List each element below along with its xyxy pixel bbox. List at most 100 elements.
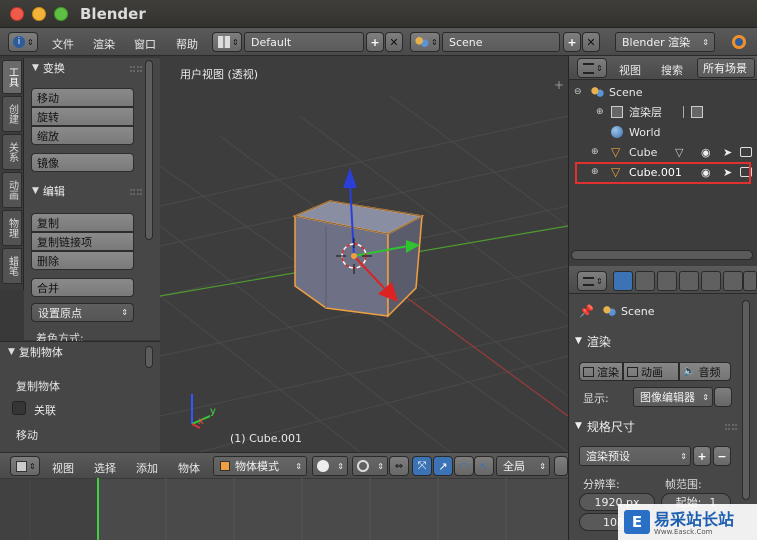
selectable-cursor-icon[interactable]: ➤ [723, 146, 732, 159]
outliner-view-menu[interactable]: 视图 [619, 62, 641, 78]
render-animation-button[interactable]: 动画 [623, 362, 679, 381]
layer-buttons[interactable] [554, 456, 568, 476]
pin-icon[interactable]: 📌 [579, 304, 594, 318]
duplicate-button[interactable]: 复制 [31, 213, 134, 232]
render-section-header[interactable]: ▼ 渲染 [575, 331, 611, 351]
tab-create[interactable]: 创建 [2, 96, 22, 132]
outliner-display-mode-select[interactable]: 所有场景 [697, 58, 755, 78]
render-engine-select[interactable]: Blender 渲染 ⇕ [615, 32, 715, 52]
delete-scene-icon[interactable]: ✕ [582, 32, 600, 52]
render-layer-icon[interactable] [691, 106, 703, 118]
layout-name-field[interactable]: Default [244, 32, 364, 52]
delete-layout-icon[interactable]: ✕ [385, 32, 403, 52]
panel-grip-icon[interactable] [130, 66, 142, 72]
viewport-shading-select[interactable]: ⇕ [312, 456, 348, 476]
redo-panel-scrollbar[interactable] [145, 346, 153, 368]
chevron-icon: ⇕ [680, 451, 687, 461]
duplicate-linked-button[interactable]: 复制链接项 [31, 232, 134, 251]
scale-manipulator-icon[interactable]: ↖ [474, 456, 494, 476]
dimensions-section-header[interactable]: ▼ 规格尺寸 [575, 416, 635, 436]
toolshelf-scrollbar[interactable] [145, 60, 153, 240]
scene-tab-icon[interactable] [657, 271, 677, 291]
render-layers-tab-icon[interactable] [635, 271, 655, 291]
minimize-window-button[interactable] [32, 7, 46, 21]
editor-type-button[interactable]: ⇕ [577, 58, 607, 78]
outliner-row-scene[interactable]: ⊖ Scene [569, 82, 757, 102]
delete-button[interactable]: 删除 [31, 251, 134, 270]
tab-animation[interactable]: 动画 [2, 172, 22, 208]
layout-browse-button[interactable]: ⇕ [212, 32, 242, 52]
panel-grip-icon[interactable] [725, 424, 737, 430]
add-layout-icon[interactable]: + [366, 32, 384, 52]
chevron-icon: ⇕ [596, 276, 603, 286]
move-button[interactable]: 移动 [31, 88, 134, 107]
maximize-window-button[interactable] [54, 7, 68, 21]
add-scene-icon[interactable]: + [563, 32, 581, 52]
render-animation-label: 动画 [641, 365, 663, 379]
scene-name-field[interactable]: Scene [442, 32, 560, 52]
outliner-h-scrollbar[interactable] [571, 250, 753, 260]
3d-viewport[interactable]: 用户视图 (透视) + y x (1) Cube.001 [160, 56, 568, 452]
display-mode-select[interactable]: 图像编辑器 ⇕ [633, 387, 713, 407]
rotate-button[interactable]: 旋转 [31, 107, 134, 126]
outliner-search-menu[interactable]: 搜索 [661, 62, 683, 78]
properties-scrollbar[interactable] [742, 300, 750, 500]
visibility-eye-icon[interactable]: ◉ [701, 146, 711, 159]
menu-help[interactable]: 帮助 [176, 36, 198, 52]
mirror-button[interactable]: 镜像 [31, 153, 134, 172]
outliner-row-cube[interactable]: ⊕ ▽ Cube ▽ ◉ ➤ [569, 142, 757, 162]
constraints-tab-icon[interactable] [723, 271, 743, 291]
remove-preset-icon[interactable]: − [713, 446, 731, 466]
join-button[interactable]: 合并 [31, 278, 134, 297]
set-origin-dropdown[interactable]: 设置原点 ⇕ [31, 303, 134, 322]
object-tab-icon[interactable] [701, 271, 721, 291]
translate-manipulator-icon[interactable]: ↗ [433, 456, 453, 476]
timeline-editor[interactable] [0, 478, 568, 540]
interaction-mode-select[interactable]: 物体模式 ⇕ [213, 456, 307, 476]
tab-grease-pencil[interactable]: 蜡笔 [2, 248, 22, 284]
render-tab-camera-icon[interactable] [613, 271, 633, 291]
render-image-button[interactable]: 渲染 [579, 362, 623, 381]
editor-type-button[interactable]: ⇕ [577, 271, 607, 291]
render-camera-icon[interactable] [740, 147, 752, 157]
chevron-icon: ⇕ [539, 461, 546, 471]
add-region-icon[interactable]: + [554, 78, 566, 92]
tab-physics[interactable]: 物理 [2, 210, 22, 246]
menu-object[interactable]: 物体 [178, 460, 200, 476]
linked-checkbox[interactable] [12, 401, 26, 415]
render-audio-button[interactable]: 🔈 音频 [679, 362, 731, 381]
menu-add[interactable]: 添加 [136, 460, 158, 476]
menu-file[interactable]: 文件 [52, 36, 74, 52]
tab-tools[interactable]: 工具 [2, 60, 22, 94]
render-preset-select[interactable]: 渲染预设 ⇕ [579, 446, 691, 466]
outliner-row-render-layers[interactable]: ⊕ 渲染层 [569, 102, 757, 122]
modifiers-tab-icon[interactable] [743, 271, 757, 291]
editor-type-button[interactable]: ⇕ [10, 456, 40, 476]
redo-panel-title: 复制物体 [18, 346, 63, 359]
manipulator-toggle-icon[interactable]: ⤧ [412, 456, 432, 476]
collapse-icon[interactable]: ⊖ [574, 87, 582, 97]
render-audio-label: 音频 [698, 365, 721, 379]
redo-panel-header[interactable]: ▼ 复制物体 [0, 342, 150, 362]
expand-icon[interactable]: ⊕ [596, 107, 604, 117]
lock-interface-icon[interactable] [714, 387, 732, 407]
add-preset-icon[interactable]: + [693, 446, 711, 466]
menu-select[interactable]: 选择 [94, 460, 116, 476]
editor-type-button[interactable]: i ⇕ [8, 32, 38, 52]
menu-window[interactable]: 窗口 [134, 36, 156, 52]
menu-view[interactable]: 视图 [52, 460, 74, 476]
scale-button[interactable]: 缩放 [31, 126, 134, 145]
pivot-point-select[interactable]: ⇕ [352, 456, 388, 476]
rotate-manipulator-icon[interactable]: ◠ [454, 456, 474, 476]
expand-icon[interactable]: ⊕ [591, 147, 599, 157]
transform-orientation-select[interactable]: 全局 ⇕ [496, 456, 550, 476]
menu-render[interactable]: 渲染 [93, 36, 115, 52]
cube-object[interactable] [292, 200, 425, 318]
close-window-button[interactable] [10, 7, 24, 21]
panel-grip-icon[interactable] [130, 189, 142, 195]
outliner-row-world[interactable]: World [569, 122, 757, 142]
tab-relations[interactable]: 关系 [2, 134, 22, 170]
manipulator-center-icon[interactable]: ⇔ [389, 456, 409, 476]
world-tab-icon[interactable] [679, 271, 699, 291]
scene-browse-button[interactable]: ⇕ [410, 32, 440, 52]
